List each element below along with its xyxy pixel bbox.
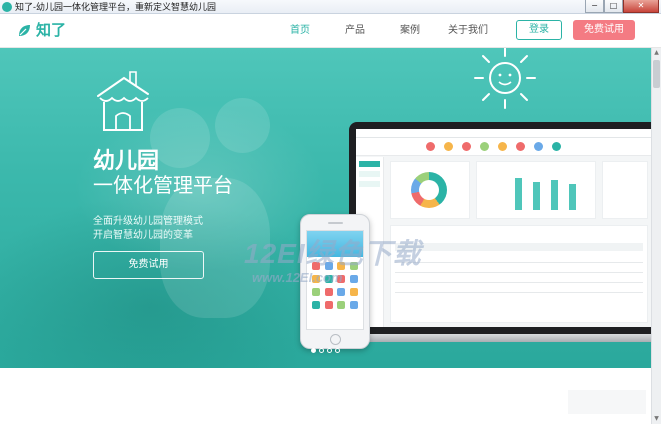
scrollbar-thumb[interactable] <box>653 60 660 88</box>
logo-text[interactable]: 知了 <box>36 22 66 40</box>
minimize-button[interactable]: − <box>585 0 604 13</box>
module-icon <box>516 142 525 151</box>
hero-description-line1: 全面升级幼儿园管理模式 <box>93 216 203 227</box>
dashboard-donut-card <box>390 161 470 219</box>
app-icon <box>337 301 346 309</box>
carousel-dot-1[interactable] <box>311 348 316 353</box>
bar <box>515 178 522 210</box>
module-icon <box>426 142 435 151</box>
table-row <box>395 272 643 273</box>
module-icon <box>498 142 507 151</box>
app-icon <box>337 288 346 296</box>
app-icon <box>324 288 333 296</box>
app-icon <box>350 275 359 283</box>
close-button[interactable]: ✕ <box>623 0 659 13</box>
sun-doodle-icon <box>474 48 536 109</box>
dashboard-sidebar-item <box>359 171 380 177</box>
dashboard-table-card <box>390 225 648 323</box>
scroll-down-arrow-icon[interactable]: ▼ <box>652 414 661 424</box>
nav-link-home[interactable]: 首页 <box>290 25 310 37</box>
phone-home-button <box>330 334 341 345</box>
below-hero-section <box>0 368 651 424</box>
hero-banner: 幼儿园 一体化管理平台 全面升级幼儿园管理模式 开启智慧幼儿园的变革 免费试用 <box>0 48 651 368</box>
window-titlebar: 知了-幼儿园一体化管理平台，重新定义智慧幼儿园 − □ ✕ <box>0 0 661 14</box>
watermark-text: 12EI绿色下载 <box>244 238 422 269</box>
watermark-url: www.12EI.com <box>252 270 343 285</box>
app-icon <box>350 288 359 296</box>
app-icon <box>311 301 320 309</box>
module-icon <box>480 142 489 151</box>
top-navbar: 知了 首页 产品 案例 关于我们 登录 免费试用 <box>0 14 661 48</box>
house-doodle-icon <box>97 71 149 131</box>
module-icon <box>534 142 543 151</box>
table-row <box>395 262 643 263</box>
laptop-base <box>341 334 651 342</box>
window-title: 知了-幼儿园一体化管理平台，重新定义智慧幼儿园 <box>15 2 216 12</box>
module-icon <box>552 142 561 151</box>
dashboard-screenshot <box>356 129 651 327</box>
carousel-dot-4[interactable] <box>335 348 340 353</box>
hero-title: 幼儿园 <box>93 148 160 173</box>
free-trial-hero-button[interactable]: 免费试用 <box>93 251 204 279</box>
bar <box>551 180 558 210</box>
carousel-dots <box>311 348 340 353</box>
app-icon <box>311 288 320 296</box>
dashboard-bar-card <box>476 161 596 219</box>
login-button[interactable]: 登录 <box>516 20 562 40</box>
laptop-screen-frame <box>349 122 651 334</box>
free-trial-nav-button[interactable]: 免费试用 <box>573 20 635 40</box>
app-icon <box>324 301 333 309</box>
leaf-logo-icon[interactable] <box>17 24 32 38</box>
carousel-dot-3[interactable] <box>327 348 332 353</box>
dashboard-module-icons <box>356 138 651 156</box>
donut-chart <box>411 172 447 208</box>
dashboard-sidebar-item <box>359 161 380 167</box>
dashboard-topbar <box>356 129 651 138</box>
dashboard-sidebar-item <box>359 181 380 187</box>
nav-link-about[interactable]: 关于我们 <box>448 25 488 37</box>
floating-panel-placeholder <box>568 390 646 414</box>
carousel-dot-2[interactable] <box>319 348 324 353</box>
app-icon <box>2 2 12 12</box>
table-row <box>395 292 643 293</box>
table-row <box>395 282 643 283</box>
hero-subtitle: 一体化管理平台 <box>93 175 233 197</box>
hero-photo-blur <box>215 98 270 153</box>
bar <box>569 184 576 210</box>
module-icon <box>444 142 453 151</box>
vertical-scrollbar[interactable]: ▲ ▼ <box>651 48 661 424</box>
scroll-up-arrow-icon[interactable]: ▲ <box>652 48 661 58</box>
module-icon <box>462 142 471 151</box>
app-icon <box>350 301 359 309</box>
maximize-button[interactable]: □ <box>604 0 623 13</box>
nav-link-cases[interactable]: 案例 <box>400 25 420 37</box>
nav-link-products[interactable]: 产品 <box>345 25 365 37</box>
hero-description-line2: 开启智慧幼儿园的变革 <box>93 230 193 241</box>
dashboard-side-card <box>602 161 648 219</box>
phone-speaker <box>328 222 343 224</box>
bar <box>533 182 540 210</box>
table-header <box>395 243 643 251</box>
window-controls: − □ ✕ <box>585 0 659 14</box>
